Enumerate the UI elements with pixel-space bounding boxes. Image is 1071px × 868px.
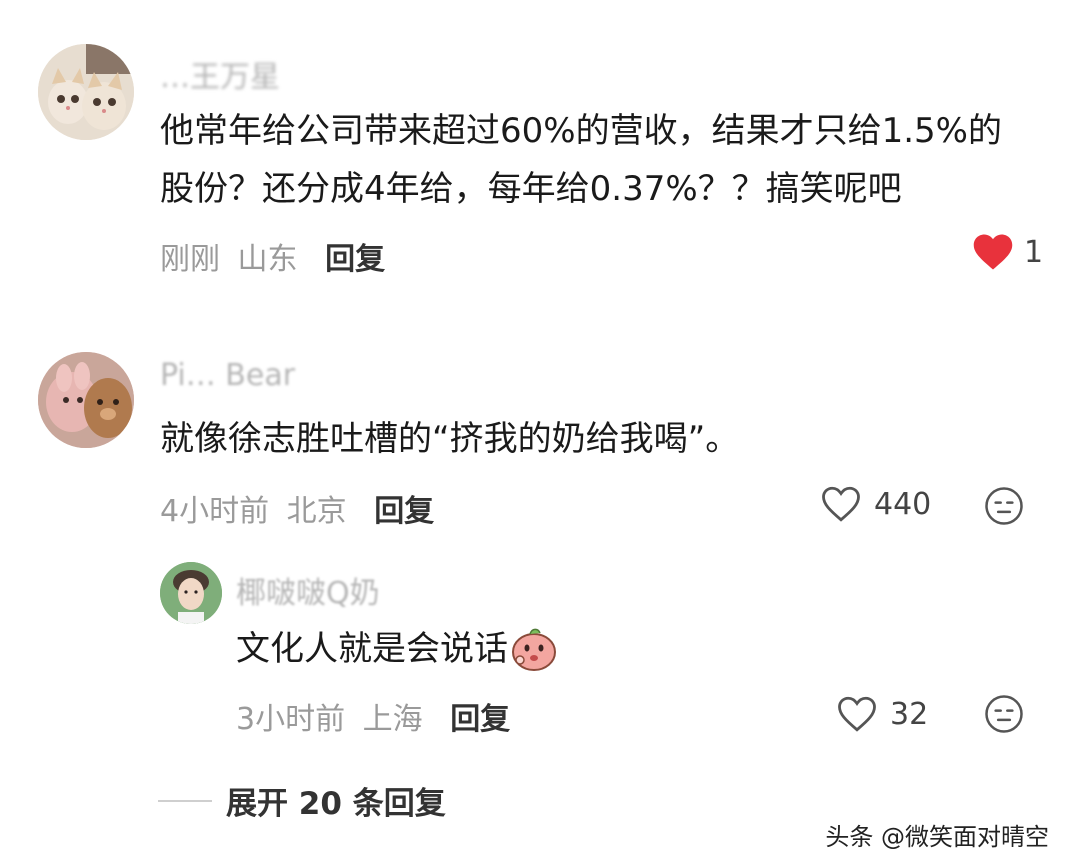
person-avatar-image: [160, 562, 222, 624]
avatar[interactable]: [38, 44, 134, 140]
like-button[interactable]: 32: [836, 694, 928, 734]
reply-button[interactable]: 回复: [374, 494, 434, 529]
peach-sticker-icon: [512, 628, 556, 671]
like-button[interactable]: 440: [820, 484, 931, 524]
comment-text-line-1: 他常年给公司带来超过60%的营收，结果才只给1.5%的: [160, 111, 1002, 151]
dislike-button[interactable]: [984, 694, 1024, 738]
avatar[interactable]: [38, 352, 134, 448]
timestamp: 3小时前: [236, 702, 346, 737]
expand-replies-button[interactable]: 展开 20 条回复: [158, 778, 446, 823]
like-count: 440: [874, 486, 932, 522]
username[interactable]: Pi… Bear: [160, 358, 295, 393]
comment-text: 他常年给公司带来超过60%的营收，结果才只给1.5%的 股份？还分成4年给，每年…: [160, 102, 1002, 218]
heart-outline-icon: [838, 696, 876, 732]
timestamp: 刚刚: [160, 242, 220, 277]
comment-meta: 刚刚 山东 回复: [160, 234, 385, 278]
watermark: 头条 @微笑面对晴空: [825, 823, 1049, 851]
reply-button[interactable]: 回复: [450, 702, 510, 737]
comment-text: 就像徐志胜吐槽的“挤我的奶给我喝”。: [160, 410, 739, 468]
neutral-face-icon: [985, 487, 1023, 525]
dislike-button[interactable]: [984, 486, 1024, 530]
neutral-face-icon: [985, 695, 1023, 733]
divider-line: [158, 799, 212, 802]
comment-text-line: 就像徐志胜吐槽的“挤我的奶给我喝”。: [160, 419, 740, 459]
username-text: …王万星: [160, 60, 280, 95]
username-text: Pi… Bear: [160, 358, 296, 393]
like-count: 1: [1024, 234, 1044, 270]
username-text: 椰啵啵Q奶: [236, 576, 380, 611]
reply-meta: 3小时前 上海 回复: [236, 694, 510, 738]
heart-filled-icon: [973, 234, 1013, 270]
like-button[interactable]: 1: [972, 232, 1043, 272]
reply-text-line: 文化人就是会说话: [236, 629, 508, 669]
comment-meta: 4小时前 北京 回复: [160, 486, 434, 530]
location: 北京: [286, 494, 347, 529]
timestamp: 4小时前: [160, 494, 270, 529]
cats-avatar-image: [38, 44, 134, 140]
plush-avatar-image: [38, 352, 134, 448]
comment-text-line-2: 股份？还分成4年给，每年给0.37%？？搞笑呢吧: [160, 169, 902, 209]
expand-replies-label: 展开 20 条回复: [226, 786, 446, 822]
like-count: 32: [890, 696, 929, 732]
username[interactable]: 椰啵啵Q奶: [236, 568, 380, 612]
location: 山东: [237, 242, 298, 277]
avatar[interactable]: [160, 562, 222, 624]
heart-outline-icon: [822, 486, 860, 522]
username[interactable]: …王万星: [160, 52, 280, 96]
location: 上海: [362, 702, 423, 737]
reply-button[interactable]: 回复: [325, 242, 385, 277]
reply-text: 文化人就是会说话: [236, 620, 558, 678]
